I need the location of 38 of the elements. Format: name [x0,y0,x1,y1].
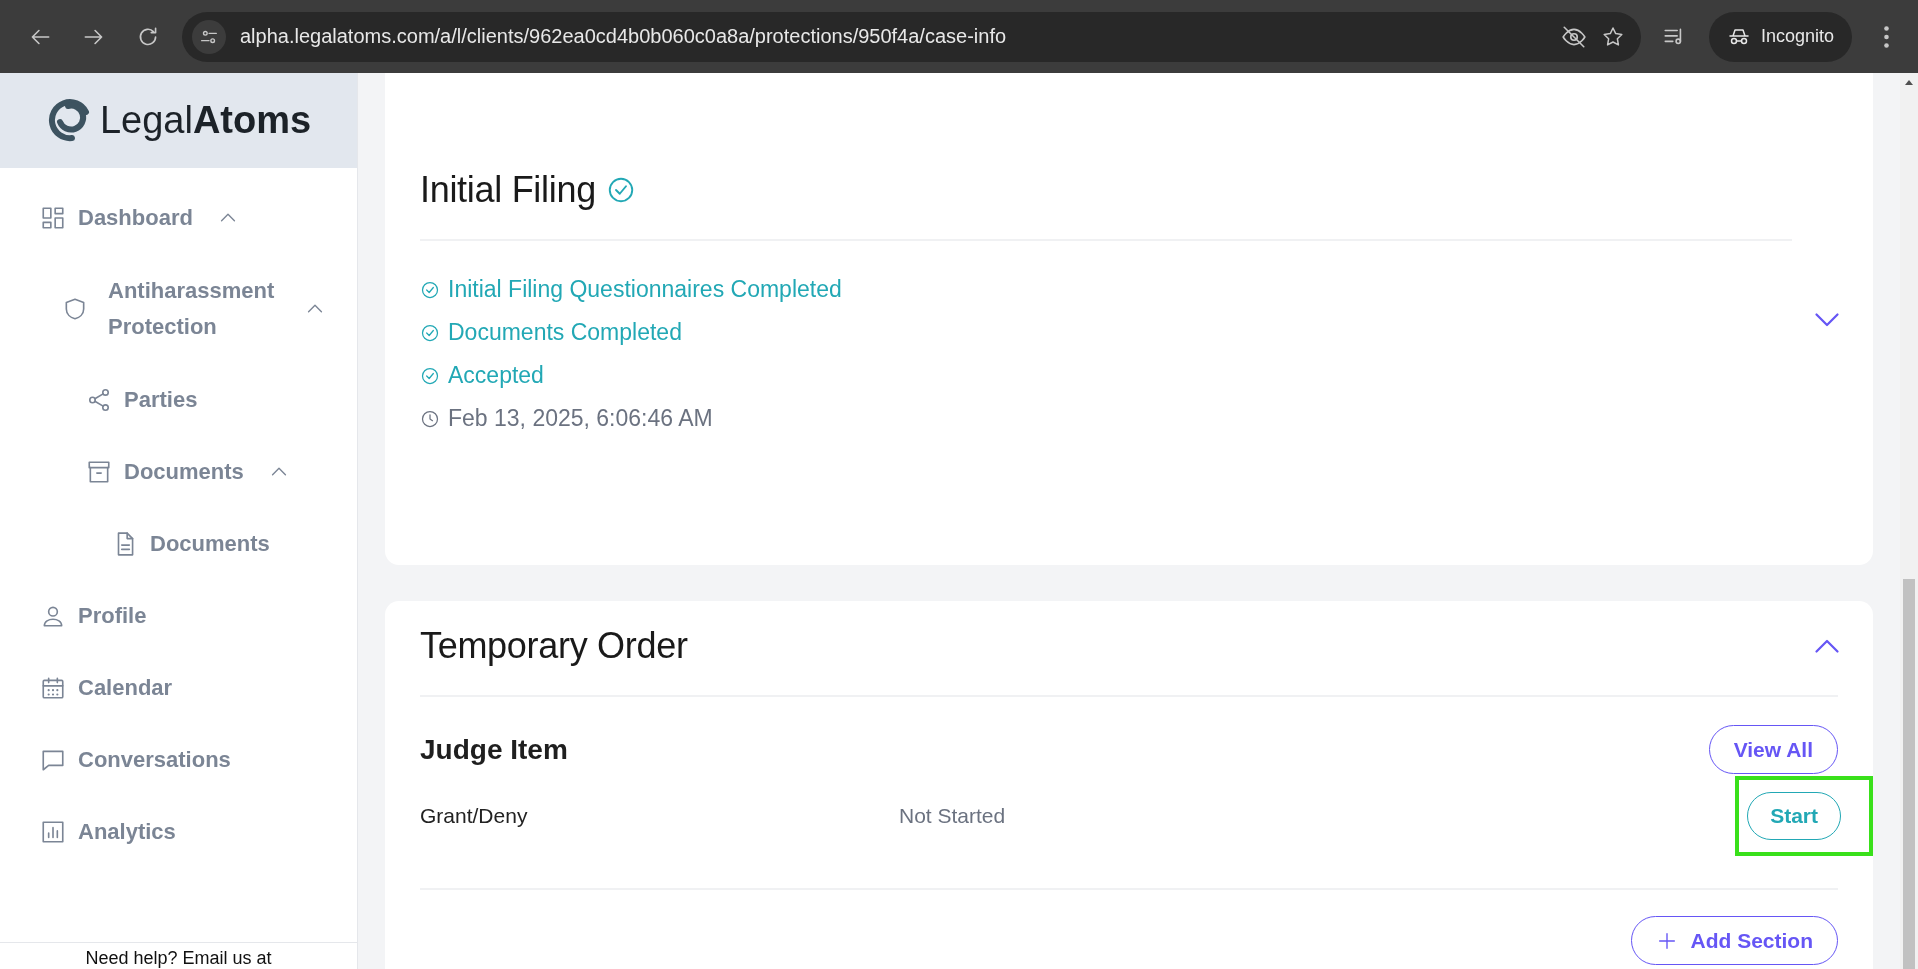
status-text: Initial Filing Questionnaires Completed [448,275,842,304]
menu-icon [1883,25,1889,48]
item-status: Not Started [899,804,1007,828]
archive-box-icon [86,459,112,485]
check-circle-icon [420,279,440,300]
address-bar[interactable]: alpha.legalatoms.com/a/l/clients/962ea0cd4b0b060c0a8a/protections/950f4a/case-info [182,11,1641,62]
incognito-button[interactable]: Incognito [1708,11,1852,62]
help-text: Need help? Email us at [85,948,272,969]
nav-item[interactable]: Documents [0,436,357,508]
nav-item[interactable]: Conversations [0,724,357,796]
logo-text: LegalAtoms [99,99,312,142]
clock-icon [420,408,440,429]
check-circle-icon [420,322,440,343]
nav-item[interactable]: Antiharassment Protection [0,254,357,364]
url-text: alpha.legalatoms.com/a/l/clients/962ea0cd4b0b060c0a8a/protections/950f4a/case-info [240,25,1008,48]
site-settings-icon[interactable] [192,19,226,54]
scroll-up-icon[interactable] [1905,79,1913,85]
nav-item[interactable]: Calendar [0,652,357,724]
nav-item[interactable]: Profile [0,580,357,652]
bar-chart-icon [40,819,66,845]
eye-off-icon [1560,23,1587,50]
check-circle-icon [420,365,440,386]
star-icon [1600,24,1625,49]
status-text: Feb 13, 2025, 6:06:46 AM [448,404,713,433]
nav-item[interactable]: Analytics [0,796,357,868]
scrollbar-thumb[interactable] [1903,579,1915,969]
nav-item[interactable]: Parties [0,364,357,436]
nav-item[interactable]: Dashboard [0,182,357,254]
grid-icon [40,205,66,231]
section-title: Temporary Order [420,625,688,667]
group-title: Judge Item [420,733,568,766]
share-icon [86,387,112,413]
section-title: Initial Filing [420,169,596,211]
item-name: Grant/Deny [420,804,529,828]
calendar-icon [40,675,66,701]
status-text: Accepted [448,361,544,390]
nav-item[interactable]: Documents [0,508,357,580]
status-text: Documents Completed [448,318,682,347]
